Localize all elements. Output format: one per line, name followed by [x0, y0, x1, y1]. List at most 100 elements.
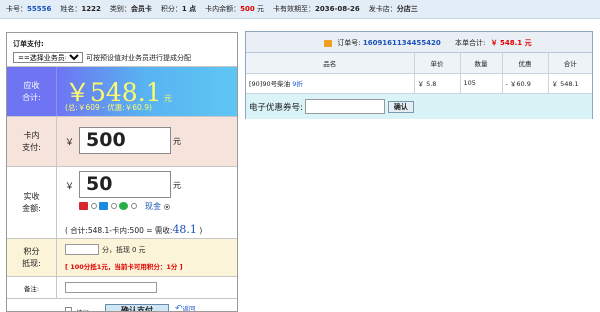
- confirm-payment-button[interactable]: 确认支付: [105, 304, 169, 311]
- order-payment-title: 订单支付:: [13, 40, 44, 48]
- item-qty: 105: [460, 73, 503, 94]
- order-number-value: 1609161134455420: [362, 39, 441, 47]
- staff-hint: 可按预设值对业务员进行提成分配: [86, 53, 191, 62]
- member-info-bar: 卡号：55556 姓名：1222 类别：会员卡 积分：1 点 卡内余额：500 …: [0, 0, 600, 19]
- item-name-cell: [90]90号柴油 9折: [246, 73, 415, 94]
- column-header-qty: 数量: [460, 53, 503, 74]
- unionpay-radio[interactable]: [91, 203, 97, 209]
- column-header-name: 品名: [246, 53, 415, 74]
- unionpay-icon: [79, 202, 88, 210]
- balance-unit: 元: [254, 5, 265, 13]
- points-label: 积分：: [160, 5, 182, 13]
- formula-value: 48.1: [172, 223, 197, 236]
- payment-method-alipay[interactable]: [99, 202, 117, 210]
- payment-formula: ( 合计:548.1-卡内:500 = 需收:48.1 ): [65, 223, 202, 236]
- column-header-discount: 优惠: [502, 53, 549, 74]
- payment-panel: 订单支付: ==选择业务员== 可按预设值对业务员进行提成分配 应收 合计: ￥5…: [6, 32, 238, 312]
- card-payment-input[interactable]: 500: [79, 127, 171, 154]
- action-section: 挂帐 确认支付 ↶返回: [7, 299, 237, 312]
- card-number-value: 55556: [27, 5, 52, 13]
- card-payment-unit: 元: [173, 137, 181, 146]
- item-discount-tag: 9折: [292, 80, 303, 88]
- cash-payment-currency: ￥: [65, 182, 75, 192]
- balance-value: 500: [240, 5, 255, 13]
- balance-info: 卡内余额：500 元: [205, 4, 264, 14]
- order-header: 订单号: 1609161134455420 本单合计: ￥ 548.1 元: [246, 32, 592, 53]
- table-header-row: 品名 单价 数量 优惠 合计: [246, 53, 592, 74]
- issuing-store-info: 发卡店：分店三: [369, 4, 418, 14]
- alipay-icon: [99, 202, 108, 210]
- remark-label: 备注:: [7, 277, 57, 298]
- back-link-label: 返回: [182, 305, 196, 312]
- cash-payment-unit: 元: [173, 181, 181, 190]
- card-type-value: 会员卡: [130, 5, 152, 13]
- item-name: [90]90号柴油: [249, 80, 291, 88]
- points-deduction-label: 积分 抵现:: [7, 239, 57, 276]
- payment-method-cash[interactable]: 现金: [145, 201, 170, 212]
- payment-method-unionpay[interactable]: [79, 202, 97, 210]
- order-payment-section: 订单支付: ==选择业务员== 可按预设值对业务员进行提成分配: [7, 33, 237, 67]
- points-input[interactable]: [65, 244, 99, 255]
- table-row: [90]90号柴油 9折 ￥ 5.8 105 - ￥60.9 ￥ 548.1: [246, 73, 592, 94]
- coupon-label: 电子优惠券号:: [249, 102, 303, 113]
- remark-section: 备注:: [7, 277, 237, 299]
- item-total: ￥ 548.1: [548, 73, 592, 94]
- formula-text: ( 合计:548.1-卡内:500 = 需收:: [65, 226, 173, 235]
- deduct-value: 0: [132, 245, 137, 254]
- formula-end: ): [199, 226, 203, 235]
- points-deduction-section: 积分 抵现: 分 ，抵现 0 元 [ 100分抵1元，当前卡可用积分：1分 ]: [7, 239, 237, 277]
- card-number-info: 卡号：55556: [6, 4, 51, 14]
- member-name-info: 姓名：1222: [60, 4, 100, 14]
- column-header-total: 合计: [548, 53, 592, 74]
- card-type-label: 类别：: [109, 5, 131, 13]
- order-total-value: ￥ 548.1 元: [490, 39, 532, 47]
- deduct-label: ，抵现: [109, 245, 130, 254]
- expiry-label: 卡有效期至：: [273, 5, 316, 13]
- coupon-confirm-button[interactable]: 确认: [387, 100, 414, 113]
- back-link[interactable]: ↶返回: [175, 303, 196, 312]
- amount-due-detail: (总:￥609 - 优惠:￥60.9): [65, 103, 152, 112]
- remark-input[interactable]: [65, 282, 157, 293]
- order-number-label: 订单号:: [337, 39, 361, 47]
- points-value: 1 点: [181, 5, 197, 13]
- staff-select[interactable]: ==选择业务员==: [13, 52, 83, 63]
- cash-radio[interactable]: [164, 203, 170, 210]
- cart-icon: [324, 39, 332, 47]
- coupon-row: 电子优惠券号: 确认: [246, 94, 592, 119]
- item-price: ￥ 5.8: [414, 73, 461, 94]
- card-payment-label: 卡内 支付:: [7, 117, 57, 166]
- balance-label: 卡内余额：: [205, 5, 241, 13]
- expiry-info: 卡有效期至：2036-08-26: [273, 4, 360, 14]
- order-items-table: 品名 单价 数量 优惠 合计 [90]90号柴油 9折 ￥ 5.8 105 - …: [246, 53, 592, 94]
- column-header-price: 单价: [414, 53, 461, 74]
- order-detail-panel: 订单号: 1609161134455420 本单合计: ￥ 548.1 元 品名…: [245, 31, 593, 119]
- cash-payment-label: 实收 金额:: [7, 167, 57, 238]
- points-info: 积分：1 点: [161, 4, 196, 14]
- cash-payment-input[interactable]: 50: [79, 171, 171, 198]
- card-type-info: 类别：会员卡: [110, 4, 152, 14]
- points-unit: 分: [102, 245, 109, 254]
- expiry-value: 2036-08-26: [315, 5, 360, 13]
- wechat-pay-icon: [119, 202, 128, 210]
- order-total-label: 本单合计:: [455, 39, 486, 47]
- points-rule: [ 100分抵1元，当前卡可用积分：1分 ]: [65, 263, 183, 271]
- deduct-unit: 元: [138, 245, 146, 254]
- cash-label: 现金: [145, 202, 161, 211]
- wechat-radio[interactable]: [131, 203, 137, 209]
- amount-due-label: 应收 合计:: [7, 67, 57, 116]
- amount-due-section: 应收 合计: ￥548.1 元 (总:￥609 - 优惠:￥60.9): [7, 67, 237, 117]
- coupon-input[interactable]: [304, 99, 385, 114]
- payment-method-wechat[interactable]: [119, 202, 137, 210]
- amount-due-unit: 元: [163, 94, 172, 103]
- item-discount: - ￥60.9: [502, 73, 549, 94]
- card-payment-section: 卡内 支付: ￥ 500 元: [7, 117, 237, 167]
- issuing-store-label: 发卡店：: [368, 5, 397, 13]
- issuing-store-value: 分店三: [396, 5, 418, 13]
- card-payment-currency: ￥: [65, 138, 75, 148]
- back-arrow-icon: ↶: [175, 304, 183, 312]
- cash-payment-section: 实收 金额: ￥ 50 元 现金 ( 合计:548.1-卡内:500 = 需收:4…: [7, 167, 237, 239]
- member-name-label: 姓名：: [60, 5, 82, 13]
- card-number-label: 卡号：: [6, 5, 27, 13]
- member-name-value: 1222: [81, 5, 101, 13]
- alipay-radio[interactable]: [111, 203, 117, 209]
